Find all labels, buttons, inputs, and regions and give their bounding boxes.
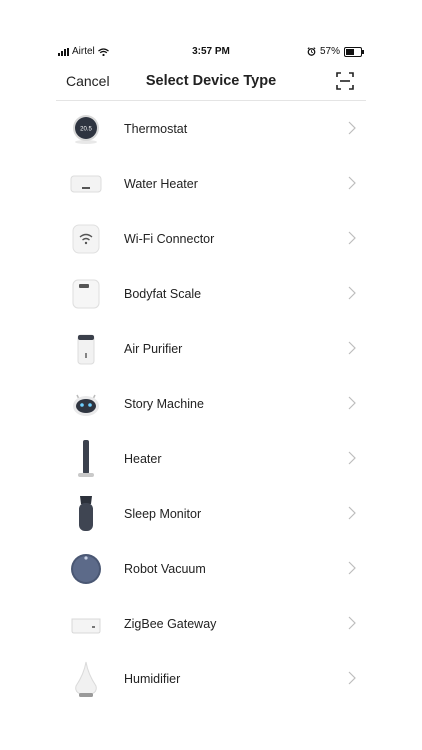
thermostat-display: 20.5 <box>80 126 92 132</box>
status-bar: Airtel 3:57 PM 57% <box>56 44 366 60</box>
device-row-story-machine[interactable]: Story Machine <box>56 376 366 431</box>
chevron-right-icon <box>348 671 356 685</box>
device-row-sleep-monitor[interactable]: Sleep Monitor <box>56 486 366 541</box>
device-label: Heater <box>124 451 162 466</box>
device-row-bodyfat-scale[interactable]: Bodyfat Scale <box>56 266 366 321</box>
device-label: Sleep Monitor <box>124 506 202 521</box>
device-label: Story Machine <box>124 396 204 411</box>
chevron-right-icon <box>348 451 356 465</box>
phone-screen: Airtel 3:57 PM 57% Cancel Select Device … <box>56 36 366 736</box>
device-label: Humidifier <box>124 671 181 686</box>
device-row-humidifier[interactable]: Humidifier <box>56 651 366 706</box>
sleep-monitor-icon <box>64 492 108 536</box>
device-row-water-heater[interactable]: Water Heater <box>56 156 366 211</box>
chevron-right-icon <box>348 231 356 245</box>
story-machine-icon <box>64 382 108 426</box>
robot-vacuum-icon <box>64 547 108 591</box>
chevron-right-icon <box>348 616 356 630</box>
chevron-right-icon <box>348 506 356 520</box>
device-label: Robot Vacuum <box>124 561 206 576</box>
nav-bar: Cancel Select Device Type <box>56 66 366 101</box>
device-label: Bodyfat Scale <box>124 286 202 301</box>
page-title: Select Device Type <box>145 73 277 89</box>
device-row-heater[interactable]: Heater <box>56 431 366 486</box>
chevron-right-icon <box>348 176 356 190</box>
chevron-right-icon <box>348 121 356 135</box>
scan-icon[interactable] <box>336 72 354 90</box>
chevron-right-icon <box>348 396 356 410</box>
wifi-connector-icon <box>64 217 108 261</box>
device-row-robot-vacuum[interactable]: Robot Vacuum <box>56 541 366 596</box>
battery-icon <box>344 46 364 57</box>
device-label: Wi-Fi Connector <box>124 231 215 246</box>
chevron-right-icon <box>348 561 356 575</box>
status-right: 57% <box>307 46 364 57</box>
humidifier-icon <box>64 657 108 701</box>
air-purifier-icon <box>64 327 108 371</box>
device-label: Air Purifier <box>124 341 183 356</box>
device-row-air-purifier[interactable]: Air Purifier <box>56 321 366 376</box>
chevron-right-icon <box>348 341 356 355</box>
device-label: Water Heater <box>124 176 198 191</box>
battery-percent: 57% <box>319 46 340 57</box>
chevron-right-icon <box>348 286 356 300</box>
alarm-icon <box>307 47 316 56</box>
device-row-wifi-connector[interactable]: Wi-Fi Connector <box>56 211 366 266</box>
water-heater-icon <box>64 162 108 206</box>
device-label: ZigBee Gateway <box>124 616 217 631</box>
device-row-zigbee-gateway[interactable]: ZigBee Gateway <box>56 596 366 651</box>
bodyfat-scale-icon <box>64 272 108 316</box>
heater-icon <box>64 437 108 481</box>
battery-fill <box>346 48 354 55</box>
zigbee-gateway-icon <box>64 602 108 646</box>
device-row-thermostat[interactable]: 20.5 Thermostat <box>56 101 366 156</box>
thermostat-icon: 20.5 <box>64 107 108 151</box>
device-type-list: 20.5 Thermostat Water Heater Wi-Fi Conne… <box>56 101 366 706</box>
device-label: Thermostat <box>124 121 188 136</box>
